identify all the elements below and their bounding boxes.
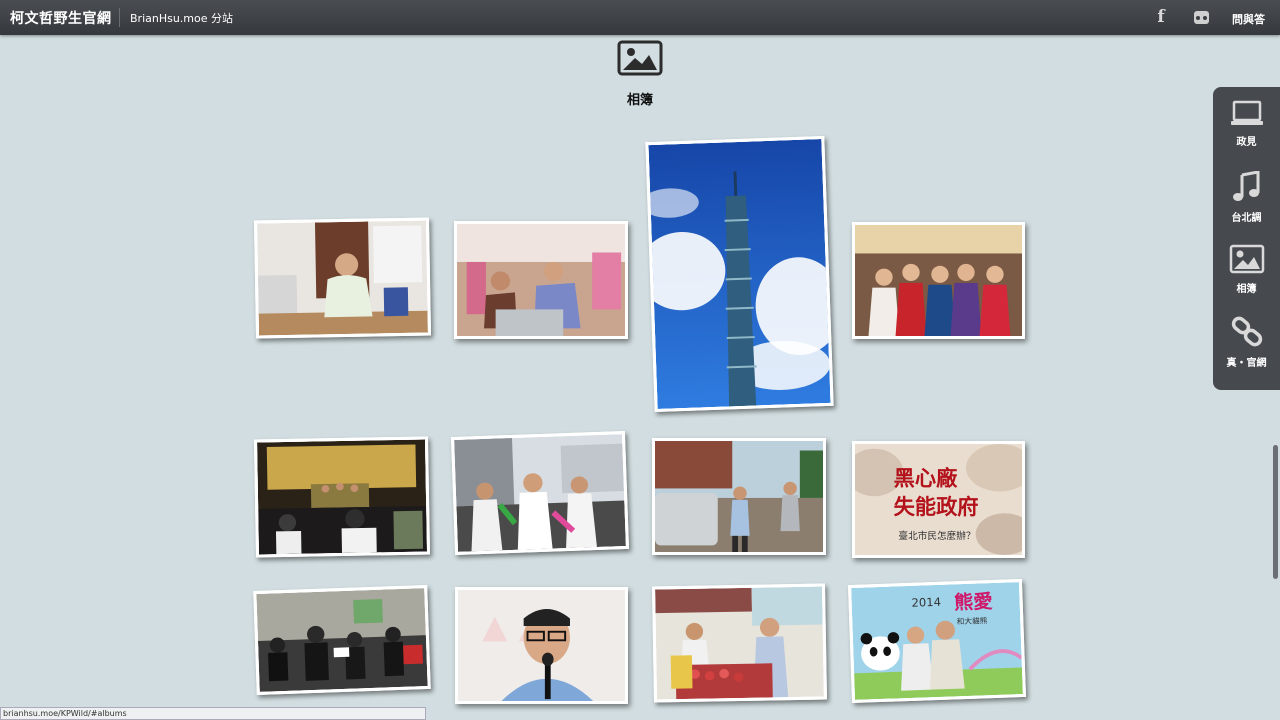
side-nav-item-official[interactable]: 真・官網 bbox=[1213, 316, 1280, 369]
link-icon bbox=[1231, 316, 1262, 347]
site-title[interactable]: 柯文哲野生官網 bbox=[10, 8, 112, 28]
photo-meeting-desk[interactable] bbox=[253, 217, 432, 339]
poster-text-line2: 失能政府 bbox=[894, 494, 979, 519]
header-divider bbox=[119, 8, 120, 27]
photo-theater-stage[interactable] bbox=[253, 436, 431, 558]
side-nav-label: 真・官網 bbox=[1226, 358, 1267, 369]
image-icon bbox=[1229, 244, 1264, 274]
side-nav-label: 政見 bbox=[1236, 137, 1257, 148]
side-nav-item-song[interactable]: 台北調 bbox=[1213, 171, 1280, 224]
photo-market-handshake[interactable] bbox=[454, 221, 628, 339]
subsite-link[interactable]: BrianHsu.moe 分站 bbox=[130, 10, 233, 26]
photo-poster-text[interactable]: 黑心廠 失能政府 臺北市民怎麼辦？ bbox=[852, 441, 1025, 558]
photo-portrait-mic[interactable]: ▲ ▲ bbox=[455, 587, 628, 704]
flickr-icon[interactable] bbox=[1191, 7, 1211, 27]
side-nav: 政見 台北調 相簿 真・官網 bbox=[1213, 87, 1280, 390]
photo-group-women[interactable] bbox=[852, 222, 1025, 339]
side-nav-label: 相簿 bbox=[1236, 284, 1257, 295]
laptop-icon bbox=[1230, 100, 1263, 125]
side-nav-item-policy[interactable]: 政見 bbox=[1213, 99, 1280, 148]
image-icon bbox=[617, 40, 663, 76]
facebook-icon[interactable]: f bbox=[1151, 7, 1171, 27]
status-bar-url: brianhsu.moe/KPWild/#albums bbox=[0, 707, 426, 720]
photo-taipei-101[interactable] bbox=[645, 135, 834, 413]
qa-link[interactable]: 問與答 bbox=[1232, 11, 1265, 27]
side-nav-item-album[interactable]: 相簿 bbox=[1213, 244, 1280, 295]
poster-text-line1: 黑心廠 bbox=[894, 466, 959, 491]
panda-text-sub: 和大貓熊 bbox=[956, 615, 988, 626]
album-title: 相簿 bbox=[626, 93, 653, 108]
scrollbar-thumb[interactable] bbox=[1273, 445, 1278, 579]
panda-text-year: 2014 bbox=[911, 595, 941, 610]
side-nav-label: 台北調 bbox=[1231, 213, 1262, 224]
photo-fruit-market[interactable] bbox=[652, 583, 827, 703]
photo-street-campaign[interactable] bbox=[450, 430, 630, 556]
photo-orchestra[interactable] bbox=[253, 584, 431, 696]
music-note-icon bbox=[1232, 171, 1259, 201]
panda-text-title: 熊愛 bbox=[954, 590, 993, 614]
photo-panda-event[interactable]: 2014 熊愛 和大貓熊 bbox=[847, 578, 1027, 704]
photo-street-walk[interactable] bbox=[652, 438, 826, 555]
poster-text-line3: 臺北市民怎麼辦？ bbox=[898, 530, 975, 542]
top-bar: 柯文哲野生官網 BrianHsu.moe 分站 f 問與答 bbox=[0, 0, 1280, 35]
